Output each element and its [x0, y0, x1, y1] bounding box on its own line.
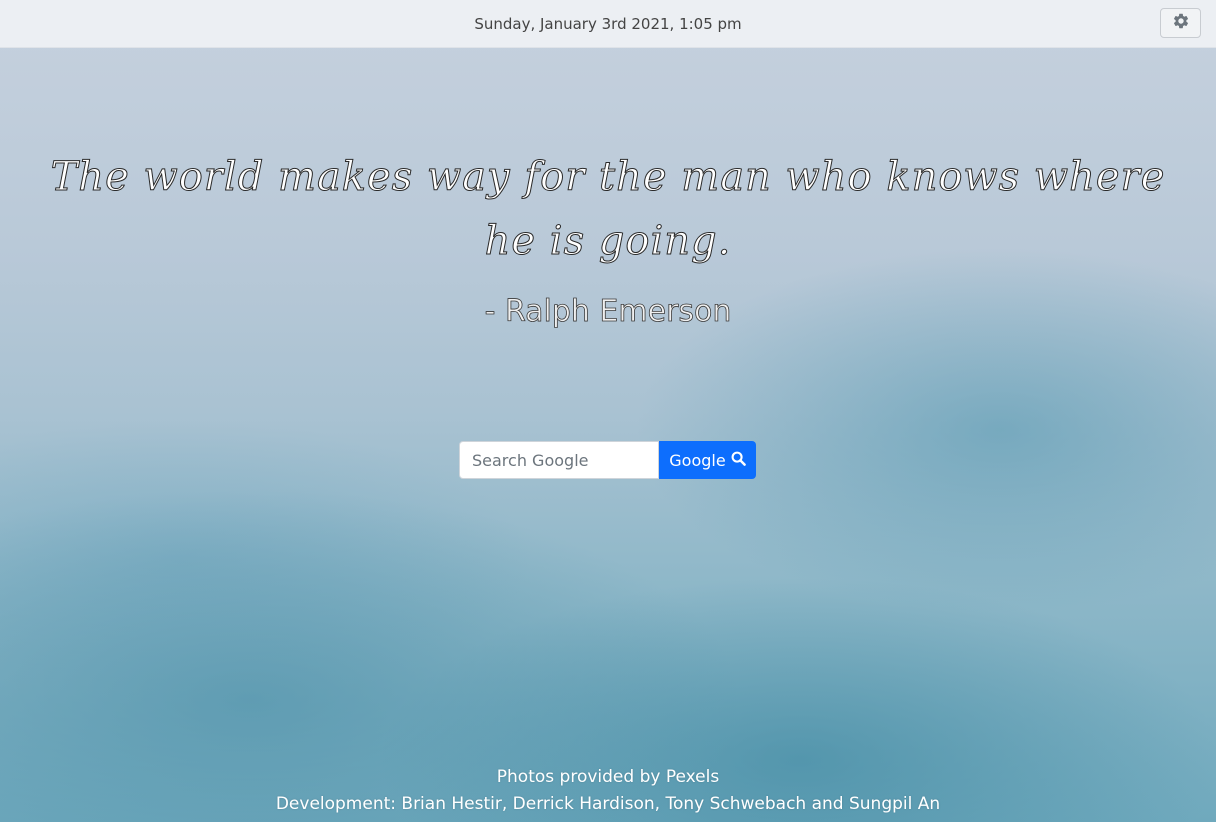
background-image	[0, 0, 1216, 822]
quote-text: The world makes way for the man who know…	[50, 154, 1166, 265]
photos-credit: Photos provided by Pexels	[496, 767, 720, 787]
google-search-button[interactable]: Google	[659, 441, 756, 479]
google-button-label: Google	[669, 450, 726, 470]
search-input[interactable]	[459, 441, 659, 479]
quote-author: - Ralph Emerson	[484, 294, 732, 330]
development-credit: Development: Brian Hestir, Derrick Hardi…	[275, 794, 941, 814]
top-bar: Sunday, January 3rd 2021, 1:05 pm	[0, 0, 1216, 48]
current-datetime: Sunday, January 3rd 2021, 1:05 pm	[474, 15, 742, 33]
gear-icon	[1172, 12, 1190, 35]
search-form: Google	[459, 441, 756, 479]
search-icon	[731, 451, 746, 470]
settings-button[interactable]	[1160, 8, 1201, 38]
